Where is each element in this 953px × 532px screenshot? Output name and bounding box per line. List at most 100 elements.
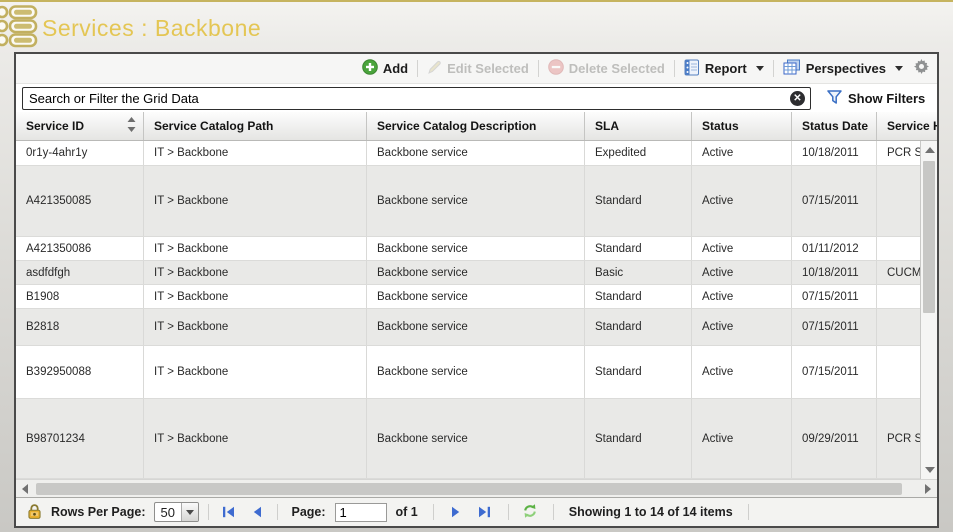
cell-service-id: A421350085 [16,166,144,236]
cell-service-id: 0r1y-4ahr1y [16,141,144,165]
footer-separator [208,504,209,520]
rows-per-page-select[interactable]: 50 [154,502,199,522]
scroll-left-icon[interactable] [22,484,28,494]
column-header-status-date[interactable]: Status Date [792,112,877,140]
last-page-button[interactable] [478,506,491,518]
cell-catalog-path: IT > Backbone [144,399,367,478]
table-row[interactable]: B1908 IT > Backbone Backbone service Sta… [16,285,920,309]
table-row[interactable]: 0r1y-4ahr1y IT > Backbone Backbone servi… [16,141,920,166]
column-header-service-id[interactable]: Service ID [16,112,144,140]
cell-status-date: 01/11/2012 [792,237,877,260]
cell-service-id: B2818 [16,309,144,345]
chevron-down-icon [895,66,903,71]
cell-service-h [877,166,920,236]
table-row[interactable]: B2818 IT > Backbone Backbone service Sta… [16,309,920,346]
toolbar-separator [417,60,418,77]
first-page-button[interactable] [222,506,235,518]
previous-page-button[interactable] [252,506,262,518]
column-header-service-h[interactable]: Service H [877,112,937,140]
horizontal-scrollbar[interactable] [16,479,937,497]
cell-service-h [877,285,920,308]
search-input[interactable] [23,88,810,109]
cell-sla: Standard [585,346,692,398]
perspectives-button[interactable]: Perspectives [783,59,903,78]
cell-sla: Standard [585,166,692,236]
cell-status-date: 07/15/2011 [792,309,877,345]
select-dropdown-button[interactable] [181,503,198,521]
cell-sla: Standard [585,285,692,308]
delete-icon [548,59,564,78]
cell-service-h [877,309,920,345]
cell-catalog-description: Backbone service [367,166,585,236]
cell-catalog-path: IT > Backbone [144,141,367,165]
table-row[interactable]: A421350085 IT > Backbone Backbone servic… [16,166,920,237]
page-title: Services : Backbone [42,15,261,42]
grid-toolbar: Add Edit Selected Delet [16,54,937,84]
cell-catalog-path: IT > Backbone [144,285,367,308]
showing-items-label: Showing 1 to 14 of 14 items [569,505,733,519]
table-row[interactable]: asdfdfgh IT > Backbone Backbone service … [16,261,920,285]
toolbar-separator [773,60,774,77]
show-filters-button[interactable]: Show Filters [827,90,925,107]
column-header-catalog-path[interactable]: Service Catalog Path [144,112,367,140]
search-row: ✕ Show Filters [16,84,937,112]
gear-icon[interactable] [914,59,929,79]
pagination-bar: Rows Per Page: 50 Page: of 1 [16,497,937,526]
perspectives-icon [783,59,801,78]
cell-sla: Standard [585,237,692,260]
cell-catalog-description: Backbone service [367,237,585,260]
cell-sla: Standard [585,399,692,478]
column-header-catalog-description[interactable]: Service Catalog Description [367,112,585,140]
application-window: Services : Backbone Add [0,0,953,532]
cell-status: Active [692,237,792,260]
scroll-up-icon[interactable] [925,147,935,153]
cell-status-date: 07/15/2011 [792,285,877,308]
cell-status-date: 07/15/2011 [792,166,877,236]
table-row[interactable]: B98701234 IT > Backbone Backbone service… [16,399,920,479]
add-button[interactable]: Add [362,59,408,78]
cell-status-date: 10/18/2011 [792,141,877,165]
chevron-down-icon [186,510,194,515]
page-label: Page: [291,505,325,519]
cell-catalog-description: Backbone service [367,261,585,284]
scroll-down-icon[interactable] [925,467,935,473]
refresh-icon[interactable] [522,503,538,522]
cell-service-h: PCR Sv [877,399,920,478]
sort-icon[interactable] [127,117,136,135]
cell-catalog-description: Backbone service [367,285,585,308]
column-header-sla[interactable]: SLA [585,112,692,140]
rows-per-page-label: Rows Per Page: [51,505,145,519]
cell-sla: Basic [585,261,692,284]
cell-status: Active [692,166,792,236]
scroll-right-icon[interactable] [925,484,931,494]
report-button[interactable]: Report [684,59,764,79]
cell-catalog-path: IT > Backbone [144,237,367,260]
lock-icon [27,503,42,522]
page-number-input[interactable] [335,503,387,522]
cell-status-date: 09/29/2011 [792,399,877,478]
horizontal-scrollbar-thumb[interactable] [36,483,902,495]
cell-service-id: A421350086 [16,237,144,260]
table-row[interactable]: B392950088 IT > Backbone Backbone servic… [16,346,920,399]
cell-service-h: PCR Sv [877,141,920,165]
cell-status: Active [692,285,792,308]
cell-service-h [877,237,920,260]
footer-separator [748,504,749,520]
vertical-scrollbar-thumb[interactable] [923,161,935,313]
clear-search-icon[interactable]: ✕ [790,91,805,106]
cell-sla: Standard [585,309,692,345]
chevron-down-icon [756,66,764,71]
cell-service-id: asdfdfgh [16,261,144,284]
edit-selected-button[interactable]: Edit Selected [427,60,529,78]
cell-service-h [877,346,920,398]
next-page-button[interactable] [451,506,461,518]
cell-service-id: B1908 [16,285,144,308]
cell-status: Active [692,141,792,165]
table-row[interactable]: A421350086 IT > Backbone Backbone servic… [16,237,920,261]
cell-status: Active [692,261,792,284]
column-header-status[interactable]: Status [692,112,792,140]
toolbar-separator [674,60,675,77]
vertical-scrollbar[interactable] [920,141,937,479]
pencil-icon [427,60,442,78]
delete-selected-button[interactable]: Delete Selected [548,59,665,78]
